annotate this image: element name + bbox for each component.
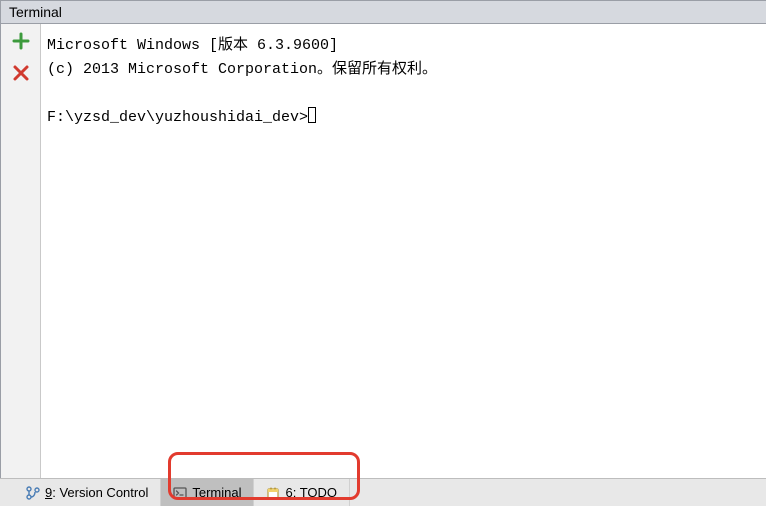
tab-label: Terminal — [192, 485, 241, 500]
add-session-icon[interactable] — [12, 32, 30, 50]
terminal-gutter — [1, 24, 41, 505]
terminal-line: Microsoft Windows [版本 6.3.9600] — [47, 37, 338, 54]
tab-terminal[interactable]: Terminal — [161, 479, 254, 506]
terminal-prompt: F:\yzsd_dev\yuzhoushidai_dev> — [47, 109, 308, 126]
terminal-output[interactable]: Microsoft Windows [版本 6.3.9600] (c) 2013… — [41, 24, 766, 505]
terminal-panel-header: Terminal — [0, 0, 766, 24]
tab-label: 6: TODO — [285, 485, 337, 500]
tool-window-tabs: 9: Version Control Terminal 6: TODO — [0, 478, 766, 506]
tab-todo[interactable]: 6: TODO — [254, 479, 350, 506]
terminal-icon — [173, 486, 187, 500]
terminal-line: (c) 2013 Microsoft Corporation。保留所有权利。 — [47, 61, 437, 78]
tab-version-control[interactable]: 9: Version Control — [14, 479, 161, 506]
terminal-panel-title: Terminal — [9, 4, 62, 20]
terminal-panel-body: Microsoft Windows [版本 6.3.9600] (c) 2013… — [0, 24, 766, 506]
branch-icon — [26, 486, 40, 500]
terminal-cursor — [308, 107, 316, 123]
todo-icon — [266, 486, 280, 500]
close-session-icon[interactable] — [12, 64, 30, 82]
tab-label: 9: Version Control — [45, 485, 148, 500]
